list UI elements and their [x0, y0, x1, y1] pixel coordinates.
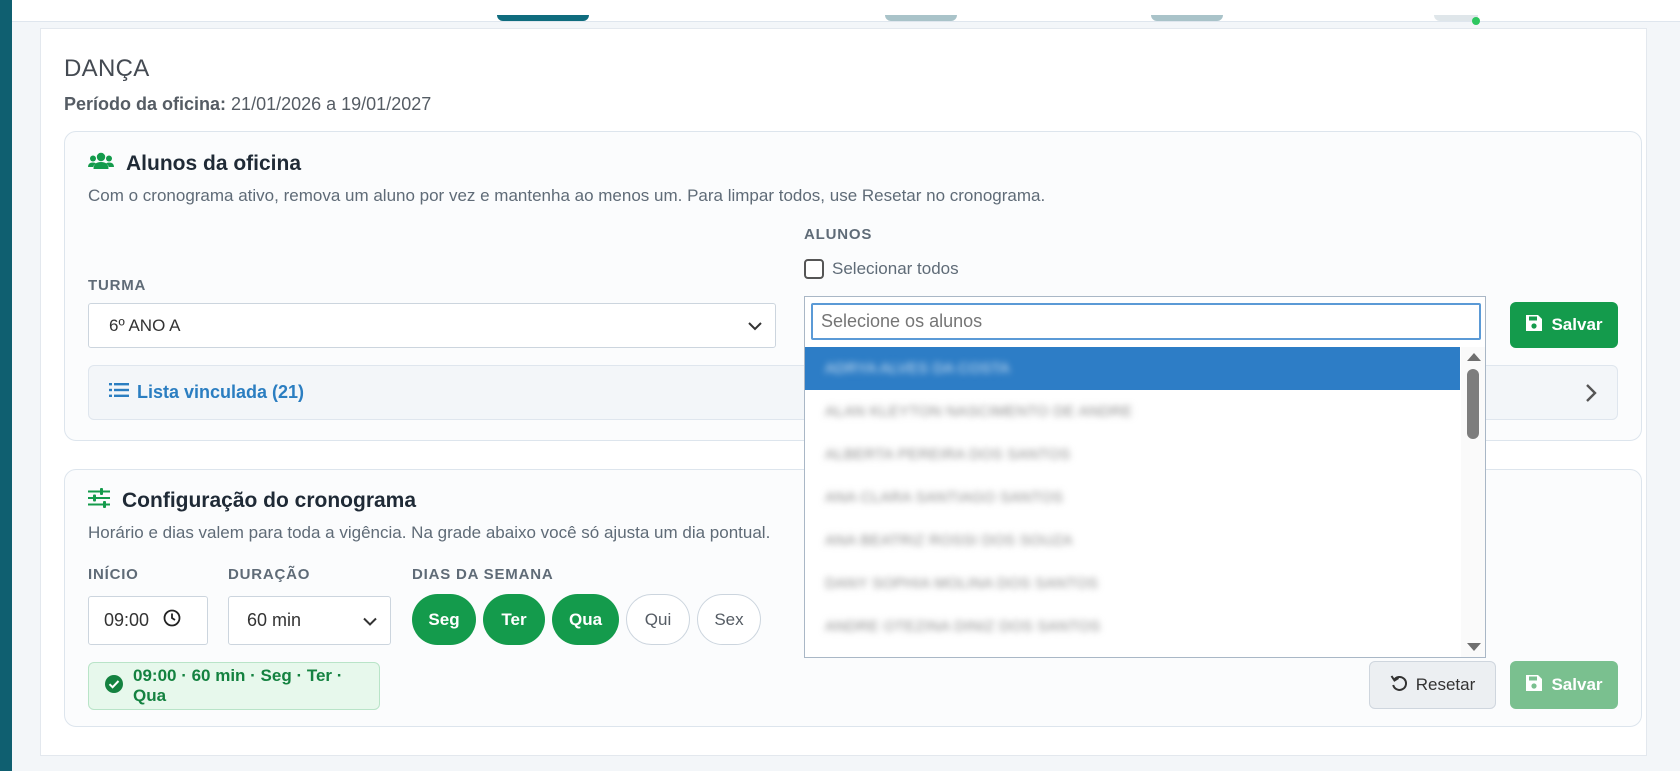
scroll-down-icon[interactable] [1467, 643, 1481, 651]
top-tab-active[interactable] [497, 15, 589, 21]
check-circle-icon [105, 674, 123, 698]
workshop-period: Período da oficina: 21/01/2026 a 19/01/2… [64, 94, 431, 115]
student-option[interactable]: DANY SOPHIA MOLINA DOS SANTOS [805, 562, 1460, 605]
turma-select-value: 6º ANO A [109, 315, 181, 335]
save-students-label: Salvar [1551, 315, 1603, 334]
users-icon [88, 151, 114, 177]
students-section-title-text: Alunos da oficina [126, 152, 302, 175]
save-icon [1525, 314, 1543, 337]
clock-icon[interactable] [163, 609, 181, 632]
save-schedule-label: Salvar [1551, 675, 1603, 694]
day-toggle-ter[interactable]: Ter [483, 594, 545, 645]
chevron-down-icon [747, 316, 763, 336]
day-toggle-seg[interactable]: Seg [412, 594, 476, 645]
turma-label: TURMA [88, 277, 147, 294]
options-scrollbar[interactable] [1461, 347, 1485, 657]
schedule-summary-badge: 09:00 · 60 min · Seg · Ter · Qua [88, 662, 380, 710]
student-option[interactable]: ANDRE OTEZINA DINIZ DOS SANTOS [805, 605, 1460, 648]
student-option[interactable]: ADRYA ALVES DA COSTA [805, 347, 1460, 390]
page-title: DANÇA [64, 55, 150, 82]
period-label: Período da oficina: [64, 94, 227, 114]
start-time-value: 09:00 [104, 610, 150, 630]
day-toggle-sex[interactable]: Sex [697, 594, 761, 645]
scrollbar-thumb[interactable] [1467, 369, 1479, 439]
students-multiselect[interactable]: ADRYA ALVES DA COSTA ALAN KLEYTON NASCIM… [804, 296, 1486, 658]
turma-select[interactable]: 6º ANO A [88, 303, 776, 348]
schedule-section-title: Configuração do cronograma [88, 488, 416, 514]
chevron-down-icon [362, 610, 378, 631]
top-tab[interactable] [885, 15, 957, 21]
student-option[interactable]: ALAN KLEYTON NASCIMENTO DE ANDRE [805, 390, 1460, 433]
weekdays-label: DIAS DA SEMANA [412, 566, 554, 583]
select-all-checkbox[interactable] [804, 259, 824, 279]
student-option[interactable]: ANA BEATRIZ ROSSI DOS SOUZA [805, 519, 1460, 562]
select-all-row[interactable]: Selecionar todos [804, 259, 959, 279]
undo-icon [1390, 674, 1408, 697]
schedule-summary-text: 09:00 · 60 min · Seg · Ter · Qua [133, 666, 343, 705]
sliders-icon [88, 488, 110, 514]
period-value: 21/01/2026 a 19/01/2027 [231, 94, 432, 114]
duration-select[interactable]: 60 min [228, 596, 391, 645]
select-all-label[interactable]: Selecionar todos [832, 259, 959, 279]
students-options-list: ADRYA ALVES DA COSTA ALAN KLEYTON NASCIM… [805, 347, 1460, 657]
top-bar [12, 0, 1680, 25]
reset-button[interactable]: Resetar [1369, 661, 1496, 709]
schedule-section-title-text: Configuração do cronograma [122, 489, 417, 512]
save-students-button[interactable]: Salvar [1510, 302, 1618, 348]
students-search-input[interactable] [811, 303, 1481, 340]
start-time-input[interactable]: 09:00 [88, 596, 208, 645]
schedule-section-description: Horário e dias valem para toda a vigênci… [88, 523, 771, 542]
start-label: INÍCIO [88, 566, 139, 583]
list-icon [109, 382, 129, 403]
top-tab[interactable] [1151, 15, 1223, 21]
students-section-title: Alunos da oficina [88, 151, 301, 177]
chevron-right-icon[interactable] [1585, 383, 1597, 408]
student-option[interactable]: ANA CLARA SANTIAGO SANTOS [805, 476, 1460, 519]
left-rail [0, 0, 12, 771]
linked-list-label[interactable]: Lista vinculada (21) [137, 382, 304, 403]
status-dot-icon [1472, 17, 1480, 25]
duration-label: DURAÇÃO [228, 566, 311, 583]
student-option[interactable]: ALBERTA PEREIRA DOS SANTOS [805, 433, 1460, 476]
reset-label: Resetar [1415, 675, 1476, 694]
day-toggle-qui[interactable]: Qui [626, 594, 690, 645]
students-section-description: Com o cronograma ativo, remova um aluno … [88, 186, 1046, 205]
save-icon [1525, 674, 1543, 697]
alunos-label: ALUNOS [804, 226, 873, 243]
linked-list-link[interactable]: Lista vinculada (21) [109, 382, 304, 403]
save-schedule-button[interactable]: Salvar [1510, 661, 1618, 709]
scroll-up-icon[interactable] [1467, 353, 1481, 361]
duration-value: 60 min [247, 610, 302, 630]
day-toggle-qua[interactable]: Qua [552, 594, 619, 645]
